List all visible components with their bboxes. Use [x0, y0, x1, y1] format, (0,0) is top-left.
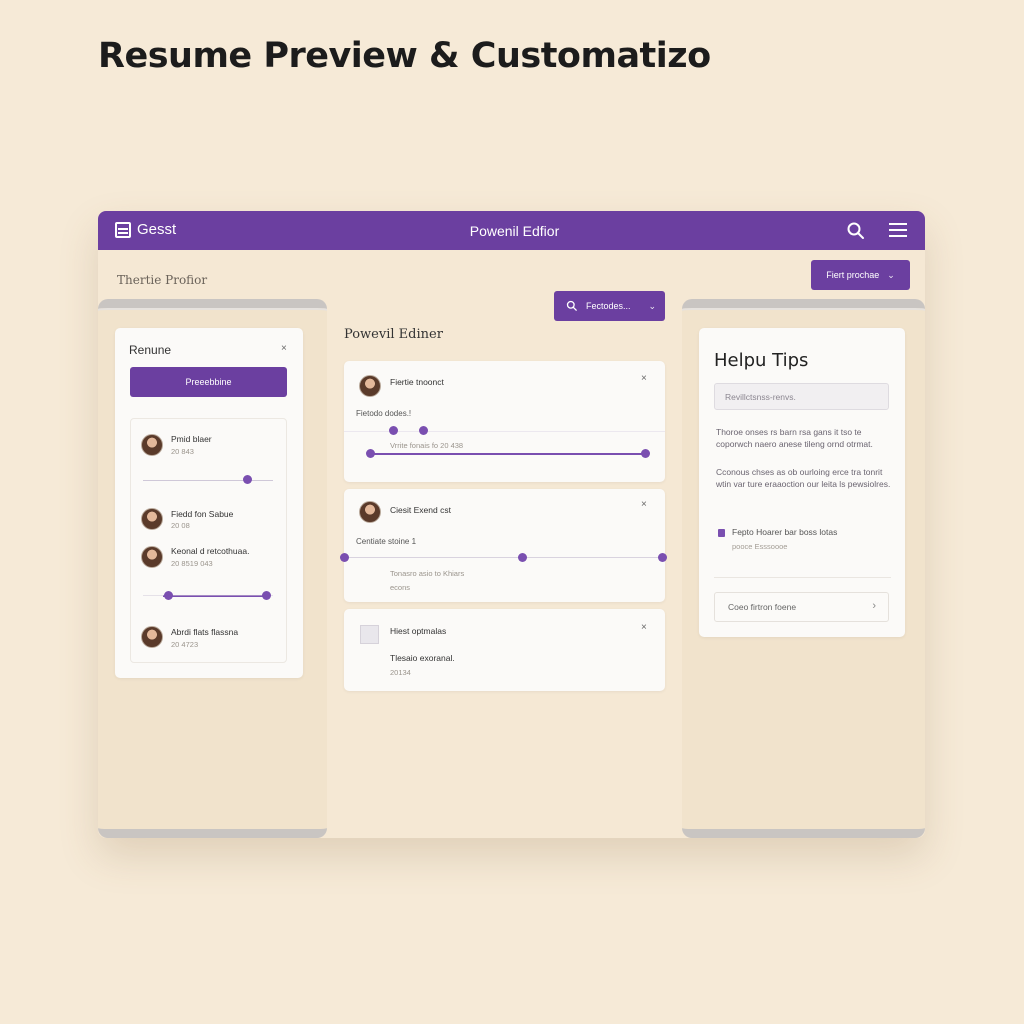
slider-handle[interactable] [366, 449, 375, 458]
entry-name: Keonal d retcothuaa. [171, 546, 250, 556]
hamburger-menu-icon[interactable] [889, 223, 907, 238]
top-action-button[interactable]: Fiert prochae ⌄ [811, 260, 910, 290]
entry-date: 20 8519 043 [171, 559, 213, 568]
left-panel: Renune × Preeebbine Pmid blaer 20 843 Fi… [98, 299, 327, 838]
avatar [141, 434, 163, 456]
top-bar: Gesst Powenil Edfior [98, 211, 925, 250]
resume-title: Renune [129, 343, 172, 357]
close-icon[interactable]: × [641, 622, 647, 633]
slider-track [344, 557, 665, 558]
resume-entry-list: Pmid blaer 20 843 Fiedd fon Sabue 20 08 … [130, 418, 287, 663]
tip-link-sub: pooce Esssoooe [732, 542, 788, 551]
right-panel: Helpu Tips Revillctsnss-renvs. Thoroe on… [682, 299, 925, 838]
chevron-down-icon: ⌄ [887, 269, 895, 280]
top-action-label: Fiert prochae [826, 270, 880, 280]
close-icon[interactable]: × [281, 343, 287, 354]
slider-handle[interactable] [518, 553, 527, 562]
tips-footer-button[interactable]: Coeo firtron foene › [714, 592, 889, 622]
slider-handle[interactable] [419, 426, 428, 435]
slider-handle[interactable] [243, 475, 252, 484]
card-label: Tlesaio exoranal. [390, 653, 455, 663]
resume-card: Renune × Preeebbine Pmid blaer 20 843 Fi… [115, 328, 303, 678]
avatar [141, 626, 163, 648]
search-icon[interactable] [846, 221, 866, 241]
card-title: Ciesit Exend cst [390, 505, 451, 515]
card-title: Fiertie tnoonct [390, 377, 444, 387]
card-label: Centiate stoine 1 [356, 537, 417, 546]
image-thumbnail [360, 625, 379, 644]
close-icon[interactable]: × [641, 373, 647, 384]
tip-link[interactable]: Fepto Hoarer bar boss lotas [732, 527, 837, 537]
slider-track [143, 480, 273, 481]
editor-heading: Powevil Ediner [344, 327, 443, 342]
close-icon[interactable]: × [641, 499, 647, 510]
tips-search-input[interactable]: Revillctsnss-renvs. [714, 383, 889, 410]
chevron-down-icon: ⌄ [648, 300, 657, 311]
tips-footer-label: Coeo firtron foene [728, 602, 797, 612]
entry-name: Abrdi flats flassna [171, 627, 239, 637]
card-sub: econs [390, 583, 411, 592]
section-label: Thertie Profior [117, 273, 208, 287]
entry-name: Fiedd fon Sabue [171, 509, 234, 519]
entry-date: 20 843 [171, 447, 194, 456]
page-heading: Resume Preview & Customatizo [98, 36, 711, 76]
entry-date: 20 08 [171, 521, 190, 530]
slider-track [143, 595, 273, 596]
slider-range [371, 453, 647, 455]
avatar [359, 375, 381, 397]
tips-title: Helpu Tips [714, 350, 809, 371]
editor-card[interactable]: Ciesit Exend cst × Centiate stoine 1 Ton… [340, 489, 667, 602]
editor-card[interactable]: Fiertie tnoonct × Fietodo dodes.! Vrrite… [344, 361, 665, 482]
search-icon [566, 300, 577, 311]
avatar [359, 501, 381, 523]
app-title: Powenil Edfior [469, 223, 560, 239]
entry-date: 20 4723 [171, 640, 199, 649]
slider-handle[interactable] [658, 553, 667, 562]
preview-button[interactable]: Preeebbine [130, 367, 287, 397]
slider-handle[interactable] [262, 591, 271, 600]
tips-paragraph: Cconous chses as ob ourloing erce tra to… [716, 467, 891, 489]
card-sub: Vrrite fonais fo 20 438 [390, 441, 464, 450]
slider-handle[interactable] [340, 553, 349, 562]
card-sub: Tonasro asio to Khiars [390, 569, 465, 578]
divider [714, 577, 891, 578]
slider-handle[interactable] [164, 591, 173, 600]
card-sub: 20134 [390, 668, 411, 677]
card-title: Hiest optmalas [390, 626, 447, 636]
slider-handle[interactable] [641, 449, 650, 458]
bookmark-icon [718, 529, 725, 537]
slider-handle[interactable] [389, 426, 398, 435]
avatar [141, 546, 163, 568]
tips-card: Helpu Tips Revillctsnss-renvs. Thoroe on… [699, 328, 905, 637]
card-label: Fietodo dodes.! [356, 409, 412, 418]
search-filter-label: Fectodes... [586, 301, 631, 311]
entry-name: Pmid blaer [171, 434, 212, 444]
editor-card[interactable]: Hiest optmalas × Tlesaio exoranal. 20134 [344, 609, 665, 691]
tips-paragraph: Thoroe onses rs barn rsa gans it tso te … [716, 427, 873, 449]
search-filter-button[interactable]: Fectodes... ⌄ [554, 291, 665, 321]
chevron-right-icon: › [872, 600, 876, 612]
avatar [141, 508, 163, 530]
app-window: Gesst Powenil Edfior Thertie Profior Fie… [98, 211, 925, 838]
